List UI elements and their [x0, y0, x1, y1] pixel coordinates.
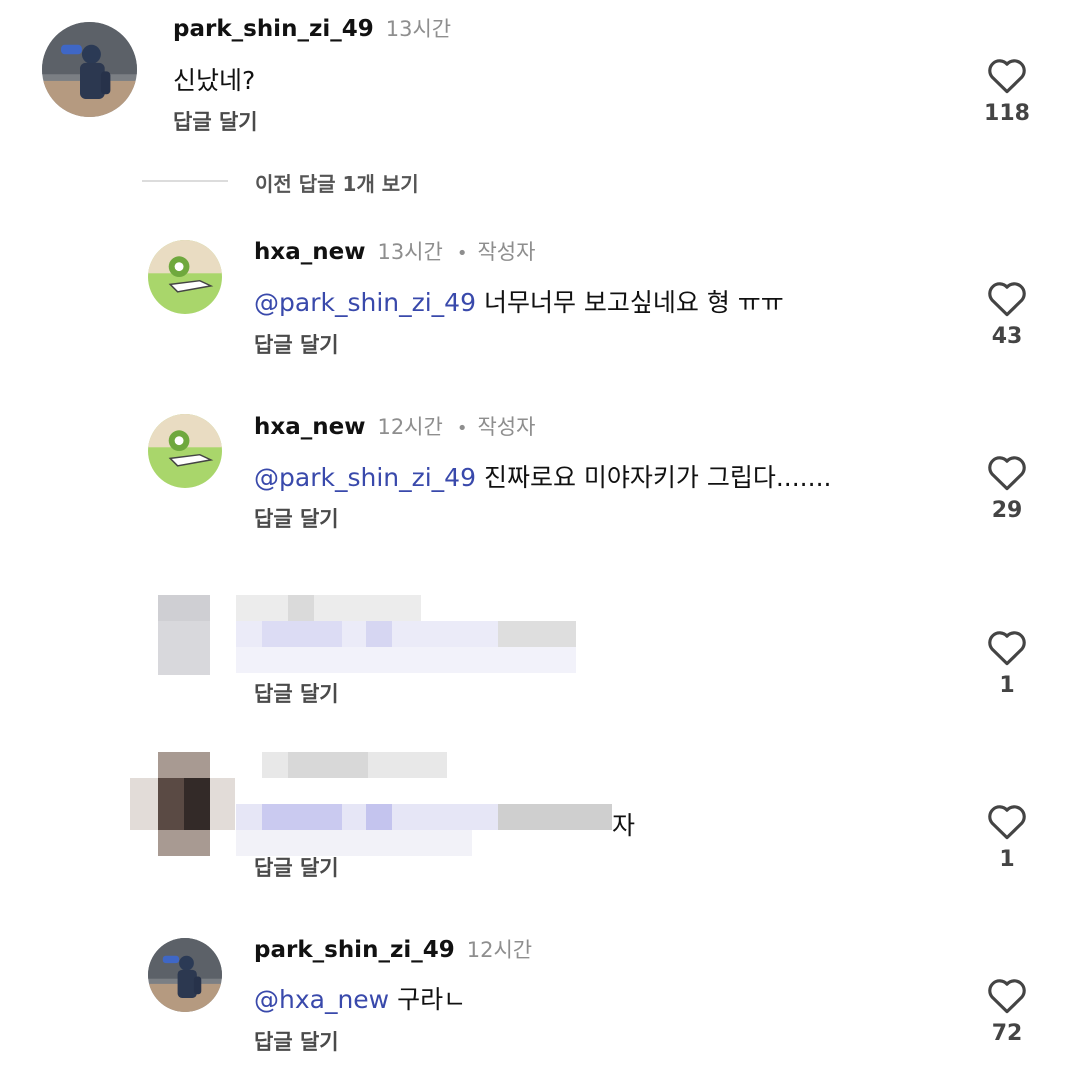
- mention-link[interactable]: @hxa_new: [254, 985, 389, 1014]
- username[interactable]: hxa_new: [254, 414, 365, 440]
- reply-text: @hxa_new 구라ㄴ: [254, 980, 466, 1016]
- like-count: 72: [991, 1021, 1023, 1046]
- like-group: 118: [957, 55, 1057, 126]
- timestamp: 13시간: [377, 240, 443, 264]
- reply-header: hxa_new 12시간 • 작성자: [254, 411, 535, 441]
- avatar[interactable]: [148, 938, 222, 1012]
- reply-button[interactable]: 답글 달기: [254, 852, 339, 882]
- author-badge: 작성자: [477, 240, 536, 264]
- like-count: 118: [984, 101, 1030, 126]
- reply-button[interactable]: 답글 달기: [254, 329, 339, 359]
- reply-header: hxa_new 13시간 • 작성자: [254, 236, 535, 266]
- avatar[interactable]: [148, 414, 222, 488]
- like-count: 29: [991, 498, 1023, 523]
- reply-button[interactable]: 답글 달기: [254, 503, 339, 533]
- comment-header: park_shin_zi_49 13시간: [173, 13, 451, 43]
- reply-text-tail: 자: [612, 811, 636, 840]
- like-count: 1: [999, 673, 1015, 698]
- author-badge: 작성자: [477, 415, 536, 439]
- like-count: 1: [999, 847, 1015, 872]
- reply-body: 진짜로요 미야자키가 그립다.......: [476, 463, 832, 492]
- timestamp: 12시간: [377, 415, 443, 439]
- redacted-content: [130, 578, 580, 676]
- username[interactable]: park_shin_zi_49: [254, 937, 455, 963]
- redacted-content: [130, 752, 620, 856]
- separator-dot: •: [456, 418, 468, 439]
- reply-button[interactable]: 답글 달기: [254, 678, 339, 708]
- like-group: 29: [957, 452, 1057, 523]
- heart-icon[interactable]: [986, 975, 1028, 1015]
- heart-icon[interactable]: [986, 801, 1028, 841]
- separator-dot: •: [456, 243, 468, 264]
- mention-link[interactable]: @park_shin_zi_49: [254, 463, 476, 492]
- heart-icon[interactable]: [986, 627, 1028, 667]
- baseball-player-photo: [42, 22, 137, 117]
- thread-divider: [142, 180, 228, 182]
- username[interactable]: hxa_new: [254, 239, 365, 265]
- like-count: 43: [991, 324, 1023, 349]
- cartoon-avatar: [148, 414, 222, 488]
- like-group: 72: [957, 975, 1057, 1046]
- heart-icon[interactable]: [986, 55, 1028, 95]
- reply-header: park_shin_zi_49 12시간: [254, 934, 532, 964]
- timestamp: 12시간: [466, 938, 533, 962]
- reply-body: 너무너무 보고싶네요 형 ㅠㅠ: [476, 288, 784, 317]
- username[interactable]: park_shin_zi_49: [173, 16, 374, 42]
- like-group: 1: [957, 627, 1057, 698]
- reply-body: 구라ㄴ: [389, 985, 467, 1014]
- heart-icon[interactable]: [986, 278, 1028, 318]
- avatar[interactable]: [42, 22, 137, 117]
- baseball-player-photo: [148, 938, 222, 1012]
- cartoon-avatar: [148, 240, 222, 314]
- like-group: 1: [957, 801, 1057, 872]
- reply-button[interactable]: 답글 달기: [173, 106, 258, 136]
- heart-icon[interactable]: [986, 452, 1028, 492]
- reply-text: @park_shin_zi_49 너무너무 보고싶네요 형 ㅠㅠ: [254, 283, 784, 319]
- comment-text: 신났네?: [173, 66, 256, 95]
- view-previous-replies[interactable]: 이전 답글 1개 보기: [255, 168, 419, 197]
- avatar[interactable]: [148, 240, 222, 314]
- like-group: 43: [957, 278, 1057, 349]
- reply-button[interactable]: 답글 달기: [254, 1026, 339, 1056]
- reply-text: @park_shin_zi_49 진짜로요 미야자키가 그립다.......: [254, 458, 831, 494]
- mention-link[interactable]: @park_shin_zi_49: [254, 288, 476, 317]
- timestamp: 13시간: [385, 17, 452, 41]
